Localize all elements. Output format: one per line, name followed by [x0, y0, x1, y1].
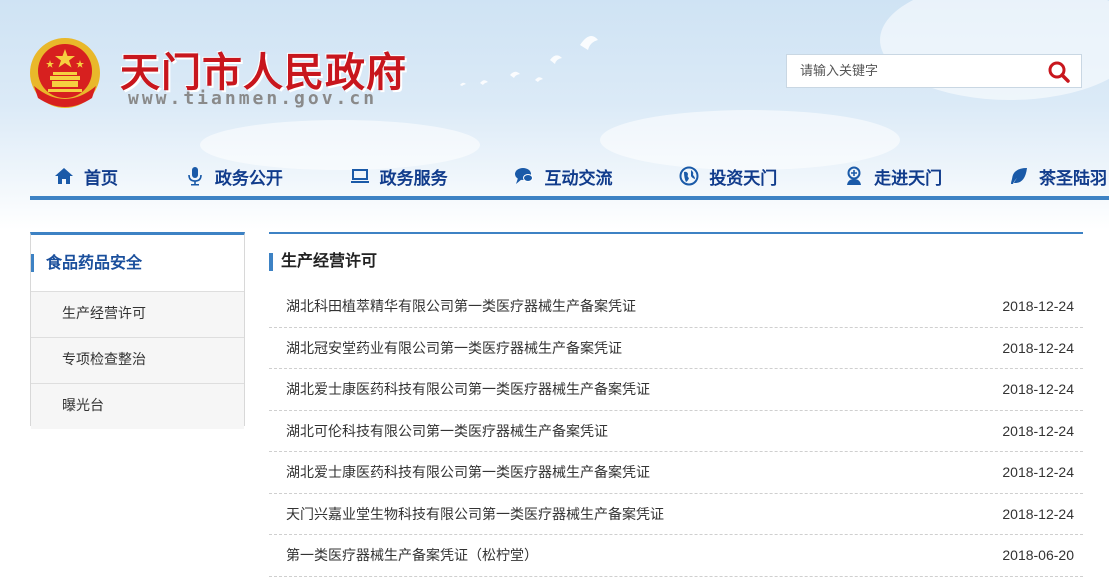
- article-list: 湖北科田植萃精华有限公司第一类医疗器械生产备案凭证 2018-12-24 湖北冠…: [269, 286, 1083, 577]
- nav-item-invest[interactable]: 投资天门: [679, 156, 777, 196]
- main-nav: 首页 政务公开 政务服务 互动交流 投资天门 走进天门 茶圣陆羽: [30, 156, 1109, 200]
- sidebar-item-exposure[interactable]: 曝光台: [31, 384, 244, 429]
- list-item-title[interactable]: 湖北爱士康医药科技有限公司第一类医疗器械生产备案凭证: [286, 462, 650, 482]
- nav-item-label: 政务公开: [214, 168, 283, 189]
- microphone-icon: [188, 167, 202, 186]
- globe-icon: [679, 166, 699, 186]
- site-header: 天门市人民政府 www.tianmen.gov.cn 首页 政务公开: [0, 0, 1109, 230]
- dove-decoration-icon: [460, 36, 598, 86]
- list-item-title[interactable]: 第一类医疗器械生产备案凭证（松柠堂）: [286, 545, 538, 565]
- monitor-icon: [350, 169, 369, 183]
- list-item-date: 2018-12-24: [1002, 464, 1074, 481]
- nav-item-label: 茶圣陆羽: [1038, 168, 1107, 189]
- nav-item-home[interactable]: 首页: [54, 156, 118, 196]
- list-item[interactable]: 第一类医疗器械生产备案凭证（松柠堂） 2018-06-20: [269, 535, 1083, 577]
- nav-item-discover[interactable]: 走进天门: [844, 156, 942, 196]
- nav-item-interaction[interactable]: 互动交流: [514, 156, 612, 196]
- nav-item-label: 首页: [84, 168, 118, 189]
- nav-item-government-services[interactable]: 政务服务: [350, 156, 448, 196]
- list-item-title[interactable]: 湖北冠安堂药业有限公司第一类医疗器械生产备案凭证: [286, 338, 622, 358]
- nav-item-label: 政务服务: [379, 168, 448, 189]
- chat-icon: [515, 168, 534, 184]
- list-item[interactable]: 湖北科田植萃精华有限公司第一类医疗器械生产备案凭证 2018-12-24: [269, 286, 1083, 328]
- section-title: 生产经营许可: [269, 234, 1083, 286]
- list-item[interactable]: 湖北冠安堂药业有限公司第一类医疗器械生产备案凭证 2018-12-24: [269, 328, 1083, 369]
- list-item-title[interactable]: 湖北爱士康医药科技有限公司第一类医疗器械生产备案凭证: [286, 379, 650, 399]
- nav-item-label: 投资天门: [709, 168, 778, 189]
- list-item-date: 2018-12-24: [1002, 339, 1074, 356]
- list-item[interactable]: 湖北爱士康医药科技有限公司第一类医疗器械生产备案凭证 2018-12-24: [269, 369, 1083, 411]
- list-item-title[interactable]: 天门兴嘉业堂生物科技有限公司第一类医疗器械生产备案凭证: [286, 504, 664, 524]
- list-item-date: 2018-12-24: [1002, 381, 1074, 398]
- leaf-icon: [1010, 168, 1027, 184]
- home-icon: [55, 168, 73, 184]
- nav-item-label: 互动交流: [544, 168, 613, 189]
- list-item-date: 2018-12-24: [1002, 505, 1074, 522]
- main-content: 生产经营许可 湖北科田植萃精华有限公司第一类医疗器械生产备案凭证 2018-12…: [269, 232, 1083, 577]
- national-emblem-icon: [30, 38, 100, 108]
- search-input[interactable]: [787, 55, 1050, 87]
- nav-item-label: 走进天门: [874, 168, 943, 189]
- person-badge-icon: [847, 166, 862, 185]
- list-item-date: 2018-06-20: [1002, 547, 1074, 564]
- nav-item-government-affairs[interactable]: 政务公开: [185, 156, 283, 196]
- list-item-date: 2018-12-24: [1002, 422, 1074, 439]
- list-item-title[interactable]: 湖北可伦科技有限公司第一类医疗器械生产备案凭证: [286, 421, 608, 441]
- search-icon[interactable]: [1047, 60, 1071, 84]
- sidebar: 食品药品安全 生产经营许可 专项检查整治 曝光台: [30, 232, 245, 429]
- list-item[interactable]: 湖北可伦科技有限公司第一类医疗器械生产备案凭证 2018-12-24: [269, 411, 1083, 452]
- list-item[interactable]: 湖北爱士康医药科技有限公司第一类医疗器械生产备案凭证 2018-12-24: [269, 452, 1083, 494]
- sidebar-item-inspection[interactable]: 专项检查整治: [31, 338, 244, 384]
- nav-item-luyu[interactable]: 茶圣陆羽: [1009, 156, 1107, 196]
- search-box: [786, 54, 1082, 88]
- list-item-title[interactable]: 湖北科田植萃精华有限公司第一类医疗器械生产备案凭证: [286, 296, 636, 316]
- sidebar-item-license[interactable]: 生产经营许可: [31, 292, 244, 338]
- sidebar-title: 食品药品安全: [31, 235, 244, 292]
- site-domain: www.tianmen.gov.cn: [128, 88, 378, 109]
- list-item-date: 2018-12-24: [1002, 298, 1074, 315]
- list-item[interactable]: 天门兴嘉业堂生物科技有限公司第一类医疗器械生产备案凭证 2018-12-24: [269, 494, 1083, 535]
